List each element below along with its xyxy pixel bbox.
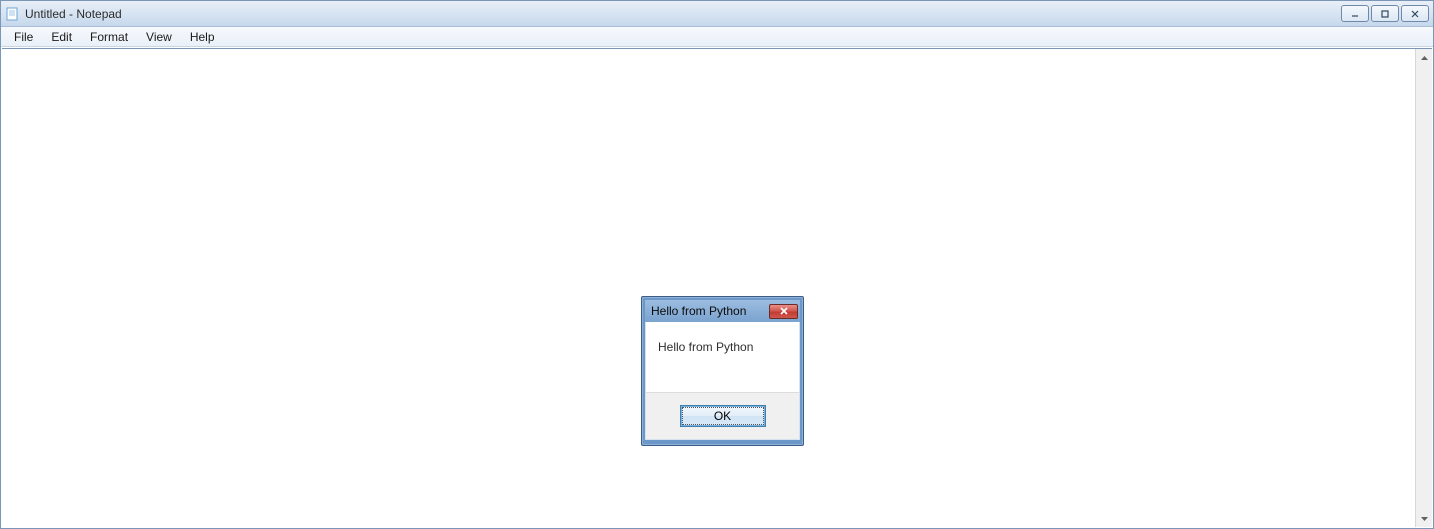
notepad-window: Untitled - Notepad File Edit Format View… xyxy=(0,0,1434,529)
dialog-message: Hello from Python xyxy=(658,340,753,354)
dialog-titlebar: Hello from Python xyxy=(645,300,800,322)
dialog-footer: OK xyxy=(645,392,800,440)
client-area xyxy=(2,48,1432,527)
menu-view[interactable]: View xyxy=(137,28,181,46)
notepad-icon xyxy=(5,6,21,22)
minimize-button[interactable] xyxy=(1341,5,1369,22)
menu-help[interactable]: Help xyxy=(181,28,224,46)
titlebar: Untitled - Notepad xyxy=(1,1,1433,27)
dialog-title: Hello from Python xyxy=(651,304,769,318)
dialog-body: Hello from Python xyxy=(645,322,800,392)
scroll-down-icon[interactable] xyxy=(1416,510,1432,527)
close-button[interactable] xyxy=(1401,5,1429,22)
menu-file[interactable]: File xyxy=(5,28,42,46)
window-buttons xyxy=(1341,5,1429,22)
maximize-button[interactable] xyxy=(1371,5,1399,22)
vertical-scrollbar[interactable] xyxy=(1415,49,1432,527)
editor-textarea[interactable] xyxy=(2,49,1415,527)
menu-format[interactable]: Format xyxy=(81,28,137,46)
dialog-close-button[interactable] xyxy=(769,304,798,319)
menubar: File Edit Format View Help xyxy=(1,27,1433,47)
ok-button-label: OK xyxy=(714,409,731,423)
menu-edit[interactable]: Edit xyxy=(42,28,81,46)
messagebox-dialog: Hello from Python Hello from Python OK xyxy=(641,296,804,446)
window-title: Untitled - Notepad xyxy=(25,7,122,21)
scroll-up-icon[interactable] xyxy=(1416,49,1432,66)
ok-button[interactable]: OK xyxy=(680,405,766,427)
